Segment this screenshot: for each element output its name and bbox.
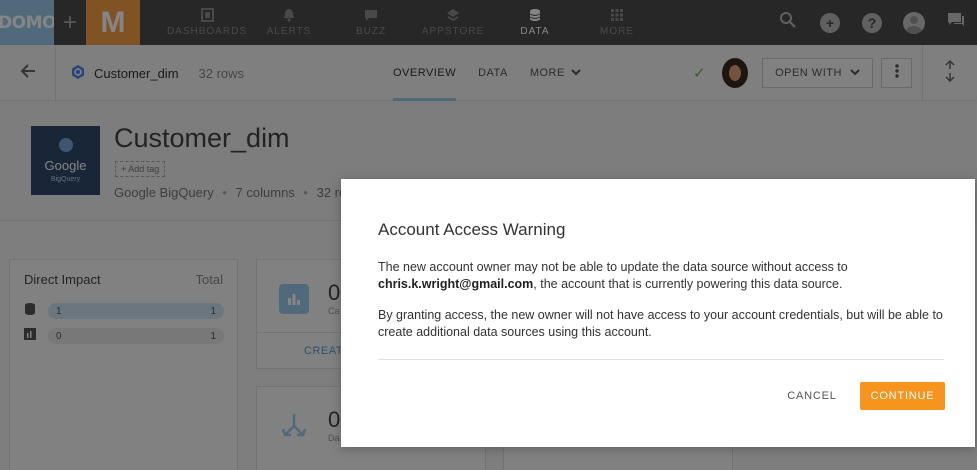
continue-button[interactable]: CONTINUE: [860, 382, 945, 410]
account-access-warning-dialog: Account Access Warning The new account o…: [341, 179, 975, 447]
dialog-text-part: , the account that is currently powering…: [533, 277, 843, 291]
dialog-title: Account Access Warning: [378, 220, 566, 239]
dialog-divider: [378, 359, 944, 360]
dialog-warning-text: The new account owner may not be able to…: [378, 259, 948, 293]
dialog-info-text: By granting access, the new owner will n…: [378, 308, 943, 339]
cancel-button[interactable]: CANCEL: [781, 382, 843, 410]
account-email: chris.k.wright@gmail.com: [378, 277, 534, 291]
dialog-text-part: The new account owner may not be able to…: [378, 260, 848, 274]
